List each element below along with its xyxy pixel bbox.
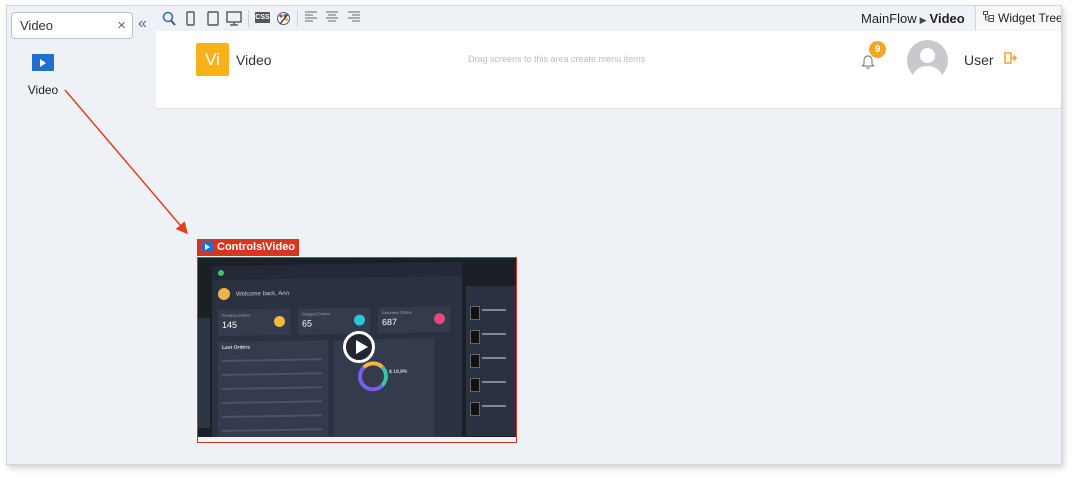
product-thumb <box>470 330 480 344</box>
product-line <box>482 333 506 335</box>
video-play-icon <box>201 242 213 252</box>
widget-search-box[interactable]: × <box>11 12 133 39</box>
dashboard-avatar <box>218 287 230 301</box>
align-left-icon[interactable] <box>305 11 317 26</box>
product-row <box>470 306 510 320</box>
stat-card: Pending Orders 145 <box>218 308 290 337</box>
phone-icon[interactable] <box>186 11 195 26</box>
designer-window: × « Video CSS <box>6 5 1062 465</box>
play-icon[interactable] <box>343 331 375 363</box>
widget-item-video[interactable]: Video <box>15 54 71 97</box>
preview-side-sliver <box>198 318 210 428</box>
product-thumb <box>470 402 480 416</box>
widget-panel: × « Video <box>7 6 157 464</box>
designer-toolbar: CSS MainFlow ▶ Video Widget Tree <box>156 6 1061 32</box>
app-title: Video <box>236 52 272 68</box>
app-logo: Vi <box>196 43 229 76</box>
zoom-icon[interactable] <box>162 11 176 26</box>
tree-icon <box>983 6 994 30</box>
product-thumb <box>470 378 480 392</box>
order-row <box>222 400 322 405</box>
menu-drop-hint[interactable]: Drag screens to this area create menu it… <box>468 54 645 64</box>
toolbar-divider <box>297 10 298 27</box>
order-row <box>222 414 322 419</box>
widget-search-input[interactable] <box>20 17 110 34</box>
dashboard-logo-dot <box>218 269 224 277</box>
stat-indicator-dot <box>354 314 365 326</box>
avatar-body-shape <box>913 66 942 81</box>
product-thumb <box>470 354 480 368</box>
order-row <box>222 372 322 377</box>
stat-label: Returned Orders <box>382 309 412 316</box>
video-play-icon <box>32 54 54 71</box>
bell-icon[interactable] <box>861 55 875 74</box>
product-side-panel <box>466 286 516 436</box>
orders-panel: Last Orders <box>218 340 328 442</box>
breadcrumb-parent[interactable]: MainFlow <box>861 11 917 26</box>
product-line <box>482 405 506 407</box>
app-header: Vi Video Drag screens to this area creat… <box>156 31 1061 109</box>
tablet-icon[interactable] <box>207 11 219 26</box>
product-thumb <box>470 306 480 320</box>
product-line <box>482 381 506 383</box>
widget-tree-button[interactable]: Widget Tree <box>975 6 1062 30</box>
video-control[interactable]: Welcome back, Ann Pending Orders 145 Shi… <box>197 257 517 443</box>
design-canvas[interactable]: Controls\Video Welcome back, Ann Pending… <box>156 109 1061 464</box>
donut-chart-shape <box>358 361 388 392</box>
orders-title: Last Orders <box>222 344 251 352</box>
css-icon[interactable]: CSS <box>255 12 270 23</box>
desktop-icon[interactable] <box>226 11 242 26</box>
control-path-tag: Controls\Video <box>197 239 300 256</box>
stat-label: Pending Orders <box>222 312 251 319</box>
widget-tree-label: Widget Tree <box>998 11 1062 25</box>
dashboard-topbar <box>212 261 462 281</box>
avatar[interactable] <box>907 40 948 81</box>
logout-icon[interactable] <box>1004 52 1018 67</box>
stat-card: Returned Orders 687 <box>378 306 450 334</box>
product-line <box>482 357 506 359</box>
product-row <box>470 354 510 368</box>
stat-label: Shipped Orders <box>302 311 331 317</box>
stat-value: 65 <box>302 318 313 329</box>
stat-value: 145 <box>222 319 238 331</box>
user-name[interactable]: User <box>964 52 994 68</box>
widget-item-label: Video <box>27 83 59 97</box>
donut-value: $ 18,8% <box>389 368 408 376</box>
breadcrumb: MainFlow ▶ Video <box>861 11 965 28</box>
product-row <box>470 402 510 416</box>
video-thumbnail-dashboard: Welcome back, Ann Pending Orders 145 Shi… <box>212 261 462 442</box>
align-right-icon[interactable] <box>348 11 360 26</box>
stat-indicator-dot <box>434 313 445 325</box>
stat-indicator-dot <box>274 315 285 328</box>
order-row <box>222 428 322 433</box>
order-row <box>222 386 322 391</box>
breadcrumb-caret-icon: ▶ <box>919 15 927 25</box>
notification-badge: 9 <box>869 41 886 58</box>
collapse-panel-icon[interactable]: « <box>138 16 147 32</box>
clear-icon[interactable]: × <box>117 17 126 34</box>
control-path-label: Controls\Video <box>217 241 296 253</box>
video-bottom-bar <box>198 437 516 442</box>
theme-palette-icon[interactable] <box>276 11 291 26</box>
toolbar-divider <box>248 10 249 27</box>
stat-value: 687 <box>382 316 398 328</box>
order-row <box>222 358 322 363</box>
product-row <box>470 378 510 392</box>
product-line <box>482 309 506 311</box>
align-center-icon[interactable] <box>326 11 338 26</box>
avatar-head-shape <box>920 48 935 63</box>
breadcrumb-current: Video <box>929 11 965 26</box>
product-row <box>470 330 510 344</box>
dashboard-welcome: Welcome back, Ann <box>236 290 289 298</box>
